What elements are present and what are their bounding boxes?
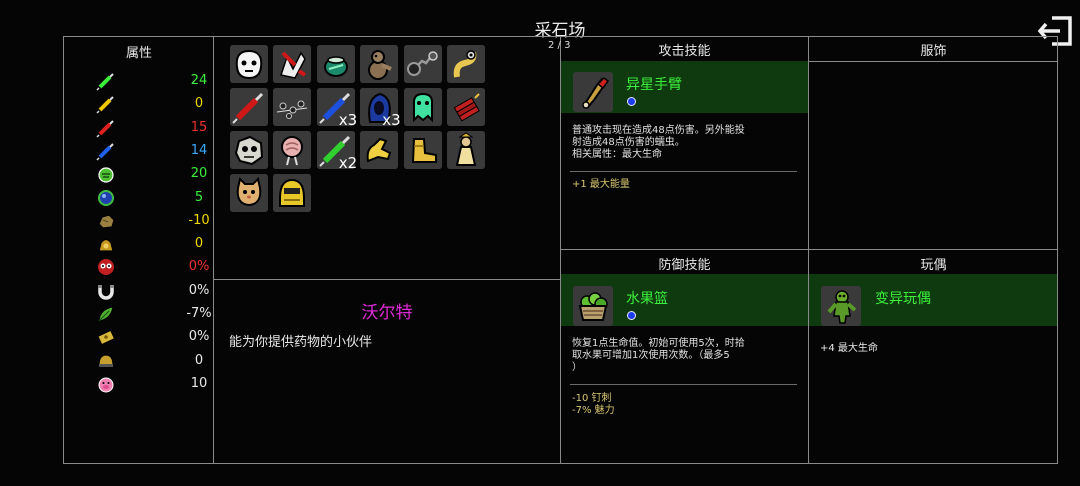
attack-bonus: +1 最大能量 — [572, 179, 630, 190]
level-dot-icon — [627, 97, 636, 106]
stat-row: 0% — [64, 326, 214, 349]
divider — [808, 36, 809, 464]
pink-pig-icon — [96, 374, 116, 394]
helmet-icon — [96, 351, 116, 371]
ticket-icon — [96, 327, 116, 347]
attributes-heading: 属性 — [125, 46, 152, 61]
red-syringe-icon — [96, 118, 116, 138]
green-ghost-item[interactable] — [403, 88, 442, 126]
green-syringe-icon — [96, 71, 116, 91]
yellow-syringe-icon — [96, 94, 116, 114]
alien-arm-icon — [573, 72, 613, 112]
blue-syringe-icon — [96, 141, 116, 161]
red-syringe-item[interactable] — [230, 88, 268, 126]
attack-heading: 攻击技能 — [658, 44, 711, 59]
stat-row: 15 — [64, 117, 214, 140]
gold-bag-icon — [96, 234, 116, 254]
defense-skill-name: 水果篮 — [626, 291, 668, 307]
level-dot-icon — [627, 311, 636, 320]
stat-value: 0% — [188, 282, 210, 298]
divider — [213, 279, 560, 280]
outfit-heading: 服饰 — [920, 44, 947, 59]
gold-boot-item[interactable] — [403, 131, 442, 169]
green-pot-item[interactable] — [316, 45, 355, 83]
stat-row: 0 — [64, 350, 214, 373]
defense-desc-1: 恢复1点生命值。初始可使用5次，时拾 — [572, 338, 745, 349]
mutant-doll-icon — [821, 286, 861, 326]
separator — [570, 171, 797, 172]
defense-desc-2: 取水果可增加1次使用次数。（最多5 — [572, 350, 730, 361]
stat-row: 14 — [64, 140, 214, 163]
yellow-arm-item[interactable] — [360, 131, 399, 169]
item-count: x3 — [338, 111, 358, 129]
divider — [560, 249, 1058, 250]
stat-row: -7% — [64, 303, 214, 326]
leaf-icon — [96, 304, 116, 324]
defense-bonus-1: -10 钉刺 — [572, 393, 612, 404]
separator — [570, 384, 797, 385]
pink-brain-item[interactable] — [273, 131, 312, 169]
doll-bonus: +4 最大生命 — [820, 343, 878, 354]
chain-flail-item[interactable] — [403, 45, 442, 83]
defense-heading: 防御技能 — [658, 258, 711, 273]
stat-row: 0% — [64, 280, 214, 303]
attack-desc-1: 普通攻击现在造成48点伤害。另外能投 — [572, 125, 745, 136]
defense-bonus-2: -7% 魅力 — [572, 405, 615, 416]
attack-skill-name: 异星手臂 — [626, 77, 682, 93]
robed-figure-item[interactable] — [447, 131, 485, 169]
yellow-helmet-item[interactable] — [273, 174, 312, 212]
stat-row: 20 — [64, 163, 214, 186]
dynamite-item[interactable] — [447, 88, 485, 126]
green-hand-icon — [96, 164, 116, 184]
teddy-creature-item[interactable] — [360, 45, 399, 83]
item-count: x2 — [338, 154, 358, 172]
doll-name: 变异玩偶 — [875, 291, 931, 307]
attack-desc-2: 射造成48点伤害的蠕虫。 — [572, 137, 685, 148]
skull-stone-item[interactable] — [230, 131, 268, 169]
goggle-worm-item[interactable] — [447, 45, 485, 83]
character-description: 能为你提供药物的小伙伴 — [229, 335, 373, 350]
stat-value: -10 — [188, 212, 210, 228]
cat-head-item[interactable] — [230, 174, 268, 212]
blue-orb-icon — [96, 188, 116, 208]
defense-desc-3: ） — [572, 362, 582, 373]
stat-row: 24 — [64, 70, 214, 93]
stat-row: 0% — [64, 256, 214, 279]
stat-value: 0% — [188, 259, 210, 275]
attack-desc-3: 相关属性：最大生命 — [572, 149, 662, 160]
stat-value: 0 — [194, 352, 204, 368]
divider — [808, 61, 1058, 62]
stat-row: 0 — [64, 233, 214, 256]
bloody-hand-item[interactable] — [273, 45, 312, 83]
stat-row: 0 — [64, 93, 214, 116]
stat-value: 0 — [194, 236, 204, 252]
character-name: 沃尔特 — [361, 303, 413, 323]
stat-row: 10 — [64, 373, 214, 396]
red-eyes-icon — [96, 257, 116, 277]
bug-swarm-item[interactable] — [273, 88, 312, 126]
fruit-basket-icon — [573, 286, 613, 326]
item-count: x3 — [382, 111, 401, 129]
white-mask-item[interactable] — [230, 45, 268, 83]
stat-value: 10 — [190, 375, 208, 391]
rock-icon — [96, 211, 116, 231]
doll-heading: 玩偶 — [920, 258, 947, 273]
stat-row: -10 — [64, 210, 214, 233]
magnet-icon — [96, 281, 116, 301]
stat-row: 5 — [64, 187, 214, 210]
